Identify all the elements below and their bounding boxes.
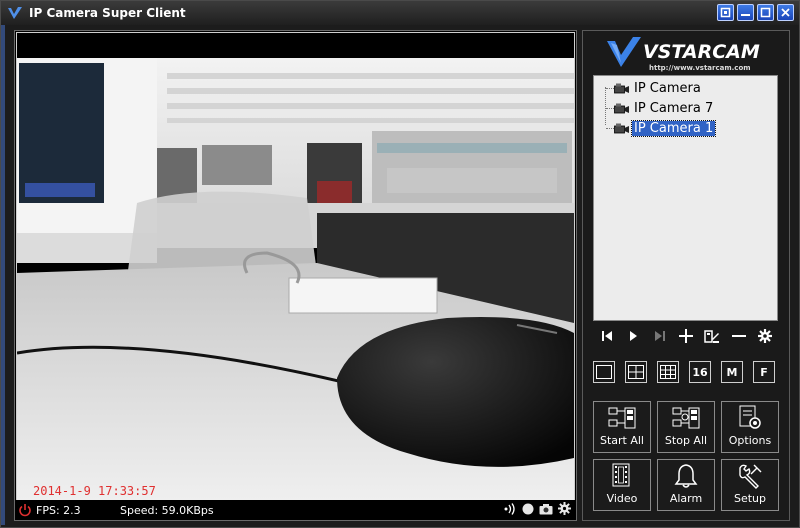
camera-item-ip-camera-7[interactable]: IP Camera 7: [614, 100, 715, 117]
fullscreen-f-button[interactable]: F: [753, 361, 775, 383]
stop-all-button[interactable]: Stop All: [657, 401, 715, 453]
alarm-label: Alarm: [669, 492, 703, 505]
layout-toolbar: 16 M F: [593, 361, 779, 385]
power-icon[interactable]: [18, 503, 32, 517]
tree-connector: [606, 128, 614, 129]
camera-label: IP Camera: [634, 81, 701, 96]
app-logo-icon: [7, 5, 23, 21]
camera-icon: [614, 123, 632, 135]
video-status-icons: [503, 502, 571, 518]
tree-connector: [605, 87, 606, 125]
alarm-button[interactable]: Alarm: [657, 459, 715, 511]
layout-4-icon[interactable]: [625, 361, 647, 383]
settings-gear-icon[interactable]: [558, 502, 571, 518]
start-all-button[interactable]: Start All: [593, 401, 651, 453]
video-panel: 2014-1-9 17:33:57 FPS: 2.3 Speed: 59.0KB…: [14, 30, 577, 521]
left-edge: [1, 25, 5, 525]
window-controls: [717, 4, 794, 21]
previous-icon[interactable]: [597, 327, 617, 345]
layout-1-icon[interactable]: [593, 361, 615, 383]
camera-video-feed[interactable]: [16, 32, 575, 501]
layout-m-button[interactable]: M: [721, 361, 743, 383]
layout-9-icon[interactable]: [657, 361, 679, 383]
video-file-icon: [611, 460, 633, 492]
close-icon[interactable]: [777, 4, 794, 21]
remove-icon[interactable]: [729, 327, 749, 345]
wrench-icon: [737, 460, 763, 492]
bell-icon: [674, 460, 698, 492]
options-button[interactable]: Options: [721, 401, 779, 453]
tree-control-toolbar: [593, 327, 779, 345]
start-all-icon: [607, 402, 637, 434]
tree-connector: [606, 108, 614, 109]
next-icon[interactable]: [650, 327, 670, 345]
fps-readout: FPS: 2.3: [36, 503, 81, 517]
title-bar[interactable]: IP Camera Super Client: [1, 1, 799, 25]
setup-button[interactable]: Setup: [721, 459, 779, 511]
camera-item-ip-camera[interactable]: IP Camera: [614, 80, 703, 97]
control-panel: VSTARCAM http://www.vstarcam.com IP Came…: [582, 30, 790, 521]
audio-icon[interactable]: [503, 502, 517, 518]
options-icon: [737, 402, 763, 434]
video-label: Video: [606, 492, 638, 505]
logo-text: VSTARCAM: [643, 41, 760, 63]
options-label: Options: [728, 434, 772, 447]
maximize-icon[interactable]: [757, 4, 774, 21]
camera-icon: [614, 103, 632, 115]
add-icon[interactable]: [676, 327, 696, 345]
play-icon[interactable]: [623, 327, 643, 345]
snapshot-camera-icon[interactable]: [539, 503, 553, 518]
edit-camera-icon[interactable]: [702, 327, 722, 345]
camera-label: IP Camera 1: [630, 120, 717, 137]
logo-url: http://www.vstarcam.com: [649, 64, 751, 72]
video-status-bar: FPS: 2.3 Speed: 59.0KBps: [16, 500, 575, 520]
camera-tree[interactable]: IP Camera IP Camera 7 IP Camera 1: [593, 75, 778, 321]
restore-icon[interactable]: [717, 4, 734, 21]
gear-icon[interactable]: [755, 327, 775, 345]
layout-16-button[interactable]: 16: [689, 361, 711, 383]
window-title: IP Camera Super Client: [29, 6, 186, 20]
tree-connector: [606, 88, 614, 89]
setup-label: Setup: [733, 492, 767, 505]
start-all-label: Start All: [599, 434, 644, 447]
camera-label: IP Camera 7: [634, 101, 714, 116]
camera-item-ip-camera-1[interactable]: IP Camera 1: [614, 120, 717, 137]
stop-all-label: Stop All: [664, 434, 708, 447]
record-icon[interactable]: [522, 503, 534, 518]
speed-readout: Speed: 59.0KBps: [120, 503, 214, 517]
app-window: IP Camera Super Client 2014-1-9 17:33:57…: [0, 0, 800, 528]
stop-all-icon: [671, 402, 701, 434]
video-timestamp: 2014-1-9 17:33:57: [33, 484, 156, 498]
camera-icon: [614, 83, 632, 95]
video-button[interactable]: Video: [593, 459, 651, 511]
minimize-icon[interactable]: [737, 4, 754, 21]
